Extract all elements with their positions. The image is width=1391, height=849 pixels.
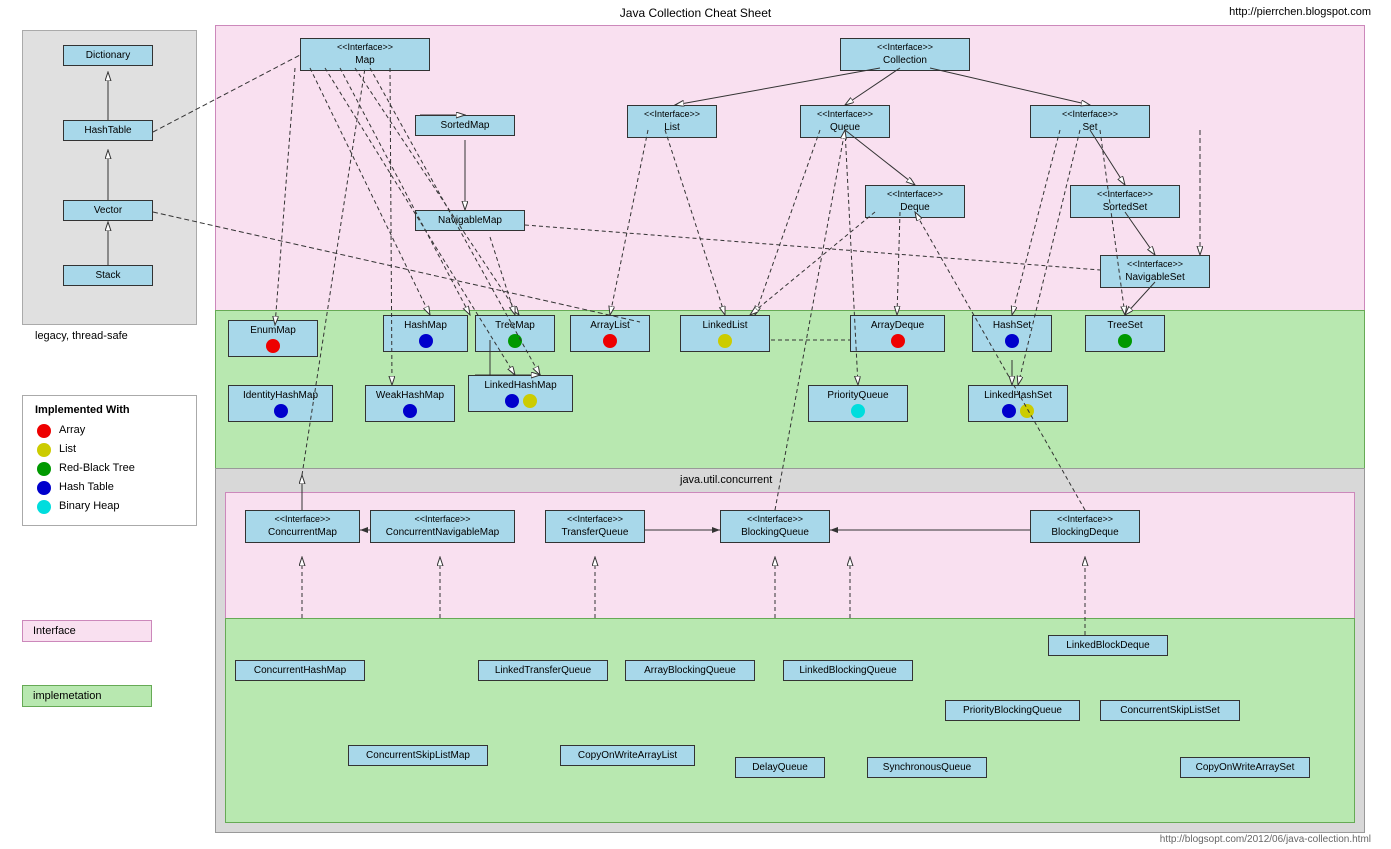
box-treemap: TreeMap [475, 315, 555, 352]
box-concurrentnavigablemap: <<Interface>> ConcurrentNavigableMap [370, 510, 515, 543]
dot-blue-legend [37, 481, 51, 495]
legend-binaryheap: Binary Heap [35, 498, 184, 514]
box-linkedtransferqueue: LinkedTransferQueue [478, 660, 608, 681]
box-priorityblockingqueue: PriorityBlockingQueue [945, 700, 1080, 721]
box-weakhashmap: WeakHashMap [365, 385, 455, 422]
box-treeset: TreeSet [1085, 315, 1165, 352]
box-synchronousqueue: SynchronousQueue [867, 757, 987, 778]
box-copyonwritearraylist: CopyOnWriteArrayList [560, 745, 695, 766]
box-delayqueue: DelayQueue [735, 757, 825, 778]
box-deque: <<Interface>> Deque [865, 185, 965, 218]
box-hashset: HashSet [972, 315, 1052, 352]
box-concurrentskiplistmap: ConcurrentSkipListMap [348, 745, 488, 766]
box-linkedblockdeque: LinkedBlockDeque [1048, 635, 1168, 656]
box-navigablemap: NavigableMap [415, 210, 525, 231]
box-vector: Vector [63, 200, 153, 221]
box-copyonwritearrayset: CopyOnWriteArraySet [1180, 757, 1310, 778]
legend-title: Implemented With Array List Red-Black Tr… [22, 395, 197, 526]
box-arrayblockingqueue: ArrayBlockingQueue [625, 660, 755, 681]
box-sortedmap: SortedMap [415, 115, 515, 136]
legend-impl: implemetation [22, 685, 152, 707]
box-set: <<Interface>> Set [1030, 105, 1150, 138]
box-sortedset: <<Interface>> SortedSet [1070, 185, 1180, 218]
box-collection: <<Interface>> Collection [840, 38, 970, 71]
box-linkedhashset: LinkedHashSet [968, 385, 1068, 422]
dot-cyan-legend [37, 500, 51, 514]
page-title: Java Collection Cheat Sheet [620, 6, 771, 20]
box-concurrentmap: <<Interface>> ConcurrentMap [245, 510, 360, 543]
box-stack: Stack [63, 265, 153, 286]
legend-list: List [35, 441, 184, 457]
box-arraydeque: ArrayDeque [850, 315, 945, 352]
legend-rbt: Red-Black Tree [35, 460, 184, 476]
box-concurrenthashmap: ConcurrentHashMap [235, 660, 365, 681]
box-transferqueue: <<Interface>> TransferQueue [545, 510, 645, 543]
page-url-bottom: http://blogsopt.com/2012/06/java-collect… [1160, 834, 1371, 845]
legend-hashtable: Hash Table [35, 479, 184, 495]
box-priorityqueue: PriorityQueue [808, 385, 908, 422]
dot-red-legend [37, 424, 51, 438]
box-identityhashmap: IdentityHashMap [228, 385, 333, 422]
box-navigableset: <<Interface>> NavigableSet [1100, 255, 1210, 288]
box-blockingqueue: <<Interface>> BlockingQueue [720, 510, 830, 543]
dot-green-legend [37, 462, 51, 476]
page-url-top: http://pierrchen.blogspot.com [1229, 6, 1371, 18]
box-linkedlist: LinkedList [680, 315, 770, 352]
box-blockingdeque: <<Interface>> BlockingDeque [1030, 510, 1140, 543]
box-arraylist: ArrayList [570, 315, 650, 352]
box-concurrentskiplistset: ConcurrentSkipListSet [1100, 700, 1240, 721]
legacy-label: legacy, thread-safe [35, 330, 128, 342]
box-queue: <<Interface>> Queue [800, 105, 890, 138]
dot-yellow-legend [37, 443, 51, 457]
legend-interface: Interface [22, 620, 152, 642]
concurrent-label: java.util.concurrent [680, 474, 772, 486]
legend-array: Array [35, 422, 184, 438]
box-map: <<Interface>> Map [300, 38, 430, 71]
box-enummap: EnumMap [228, 320, 318, 357]
box-dictionary: Dictionary [63, 45, 153, 66]
box-linkedblockingqueue: LinkedBlockingQueue [783, 660, 913, 681]
box-hashmap: HashMap [383, 315, 468, 352]
box-hashtable: HashTable [63, 120, 153, 141]
box-linkedhashmap: LinkedHashMap [468, 375, 573, 412]
box-list: <<Interface>> List [627, 105, 717, 138]
